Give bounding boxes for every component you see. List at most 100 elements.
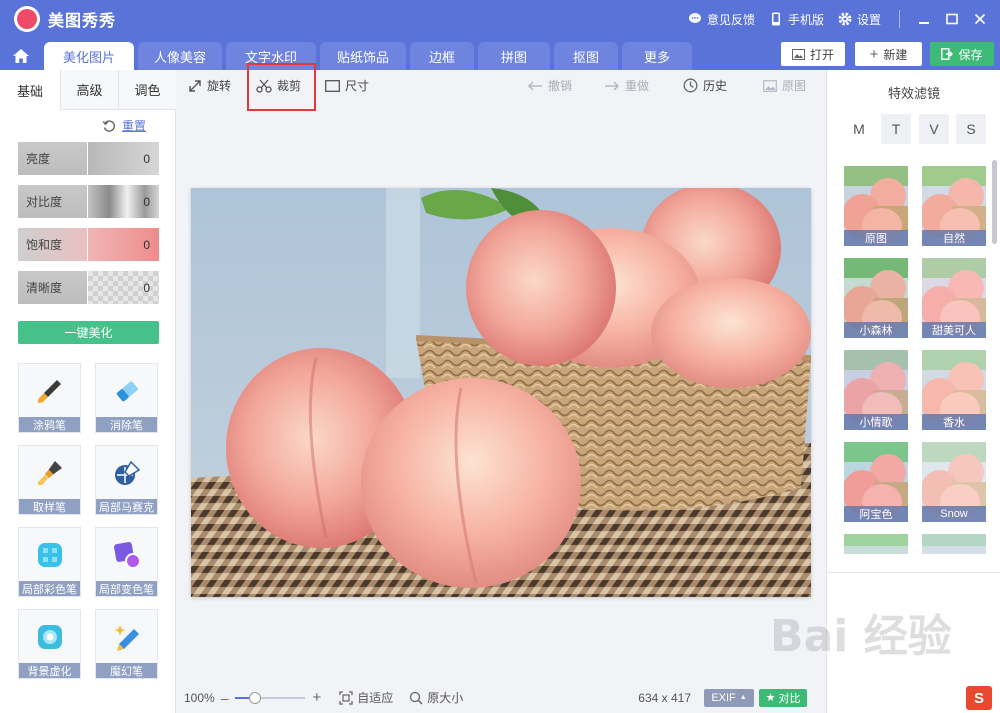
magnifier-icon bbox=[410, 691, 423, 705]
photo-canvas[interactable] bbox=[191, 188, 811, 597]
filter-label: 原图 bbox=[844, 230, 908, 246]
fit-screen-icon bbox=[339, 690, 353, 705]
tool-local-recolor[interactable]: 局部变色笔 bbox=[95, 527, 158, 597]
reset-label: 重置 bbox=[122, 119, 147, 133]
filter-perfume[interactable]: 香水 bbox=[922, 350, 986, 430]
tab-more[interactable]: 更多 bbox=[622, 42, 692, 70]
settings-link[interactable]: 设置 bbox=[838, 11, 881, 28]
zoom-out-button[interactable]: – bbox=[221, 690, 229, 706]
tab-cutout[interactable]: 抠图 bbox=[554, 42, 618, 70]
brightness-label: 亮度 bbox=[18, 142, 88, 175]
tool-magic-pen[interactable]: 魔幻笔 bbox=[95, 609, 158, 679]
tab-collage[interactable]: 拼图 bbox=[478, 42, 550, 70]
tab-stickers[interactable]: 贴纸饰品 bbox=[320, 42, 406, 70]
tool-label: 魔幻笔 bbox=[96, 663, 157, 678]
tool-label: 取样笔 bbox=[19, 499, 80, 514]
filter-original[interactable]: 原图 bbox=[844, 166, 908, 246]
saturation-slider[interactable]: 饱和度 0 bbox=[18, 228, 159, 261]
redo-button[interactable]: 重做 bbox=[604, 77, 649, 94]
fit-button[interactable]: 自适应 bbox=[339, 689, 393, 706]
history-button[interactable]: 历史 bbox=[683, 77, 727, 94]
brightness-slider[interactable]: 亮度 0 bbox=[18, 142, 159, 175]
close-button[interactable] bbox=[966, 0, 994, 38]
tool-mosaic[interactable]: 局部马赛克 bbox=[95, 445, 158, 515]
open-label: 打开 bbox=[809, 47, 834, 62]
maximize-button[interactable] bbox=[938, 0, 966, 38]
arrow-left-icon bbox=[527, 80, 543, 91]
actual-size-label: 原大小 bbox=[427, 691, 464, 705]
mosaic-pen-icon bbox=[110, 456, 144, 490]
filter-little-forest[interactable]: 小森林 bbox=[844, 258, 908, 338]
export-icon bbox=[941, 48, 954, 60]
feedback-link[interactable]: 意见反馈 bbox=[688, 11, 755, 28]
original-button[interactable]: 原图 bbox=[763, 77, 806, 94]
tool-doodle-pen[interactable]: 涂鸦笔 bbox=[18, 363, 81, 433]
filter-love-song[interactable]: 小情歌 bbox=[844, 350, 908, 430]
contrast-slider[interactable]: 对比度 0 bbox=[18, 185, 159, 218]
plus-icon: + bbox=[869, 45, 879, 63]
tab-portrait[interactable]: 人像美容 bbox=[138, 42, 222, 70]
save-button[interactable]: 保存 bbox=[930, 42, 994, 66]
open-button[interactable]: 打开 bbox=[781, 42, 845, 66]
tab-advanced[interactable]: 高级 bbox=[60, 70, 118, 110]
filter-partial[interactable] bbox=[922, 534, 986, 554]
actual-size-button[interactable]: 原大小 bbox=[409, 689, 463, 706]
app-logo bbox=[14, 6, 40, 32]
filter-label: 自然 bbox=[922, 230, 986, 246]
reset-icon bbox=[102, 119, 115, 132]
size-button[interactable]: 尺寸 bbox=[325, 77, 369, 94]
tool-label: 涂鸦笔 bbox=[19, 417, 80, 432]
image-icon bbox=[791, 48, 805, 60]
tool-eraser-pen[interactable]: 消除笔 bbox=[95, 363, 158, 433]
filter-natural[interactable]: 自然 bbox=[922, 166, 986, 246]
zoom-in-button[interactable]: + bbox=[313, 689, 322, 706]
filter-snow[interactable]: Snow bbox=[922, 442, 986, 522]
zoom-slider-handle[interactable] bbox=[248, 691, 261, 704]
one-click-beautify-button[interactable]: 一键美化 bbox=[18, 321, 159, 344]
app-title: 美图秀秀 bbox=[48, 13, 117, 30]
tool-background-blur[interactable]: 背景虚化 bbox=[18, 609, 81, 679]
tool-label: 局部彩色笔 bbox=[19, 581, 80, 596]
tab-color[interactable]: 调色 bbox=[118, 70, 176, 110]
sogou-ime-icon[interactable]: S bbox=[966, 686, 992, 710]
reset-button[interactable]: 重置 bbox=[102, 117, 146, 134]
filter-scrollbar[interactable] bbox=[992, 160, 997, 244]
status-bar: 100% – + 自适应 原大小 634 x 417 EXIF ▲ ★ 对比 bbox=[177, 682, 825, 713]
filter-label: 小森林 bbox=[844, 322, 908, 338]
compare-button[interactable]: ★ 对比 bbox=[759, 688, 808, 707]
tool-local-color[interactable]: 局部彩色笔 bbox=[18, 527, 81, 597]
filter-thumbnail bbox=[844, 534, 908, 554]
mobile-link[interactable]: 手机版 bbox=[769, 11, 824, 28]
mobile-label: 手机版 bbox=[787, 12, 824, 27]
minimize-button[interactable] bbox=[910, 0, 938, 38]
exif-button[interactable]: EXIF ▲ bbox=[704, 688, 755, 707]
filter-category-t[interactable]: T bbox=[881, 114, 911, 144]
saturation-value: 0 bbox=[88, 228, 159, 261]
home-button[interactable] bbox=[6, 42, 36, 70]
undo-label: 撤销 bbox=[548, 79, 573, 93]
sharpness-label: 清晰度 bbox=[18, 271, 88, 304]
color-change-icon bbox=[110, 538, 144, 572]
filter-sweet[interactable]: 甜美可人 bbox=[922, 258, 986, 338]
filter-abao[interactable]: 阿宝色 bbox=[844, 442, 908, 522]
sharpness-slider[interactable]: 清晰度 0 bbox=[18, 271, 159, 304]
filter-category-m[interactable]: M bbox=[844, 114, 874, 144]
zoom-slider[interactable] bbox=[234, 691, 305, 704]
tool-label: 局部变色笔 bbox=[96, 581, 157, 596]
new-button[interactable]: + 新建 bbox=[855, 42, 922, 66]
tab-frames[interactable]: 边框 bbox=[410, 42, 474, 70]
filter-category-v[interactable]: V bbox=[919, 114, 949, 144]
filter-partial[interactable] bbox=[844, 534, 908, 554]
size-label: 尺寸 bbox=[345, 79, 370, 93]
peaches-photo bbox=[191, 188, 811, 597]
filter-category-s[interactable]: S bbox=[956, 114, 986, 144]
chat-icon bbox=[688, 12, 702, 26]
rotate-button[interactable]: 旋转 bbox=[188, 77, 231, 94]
tab-basic[interactable]: 基础 bbox=[0, 70, 60, 110]
baidu-watermark: Bai 经验 bbox=[770, 611, 952, 662]
caret-up-icon: ▲ bbox=[739, 694, 747, 701]
tool-sample-pen[interactable]: 取样笔 bbox=[18, 445, 81, 515]
original-label: 原图 bbox=[782, 79, 807, 93]
undo-button[interactable]: 撤销 bbox=[527, 77, 572, 94]
tab-beautify[interactable]: 美化图片 bbox=[44, 42, 134, 70]
